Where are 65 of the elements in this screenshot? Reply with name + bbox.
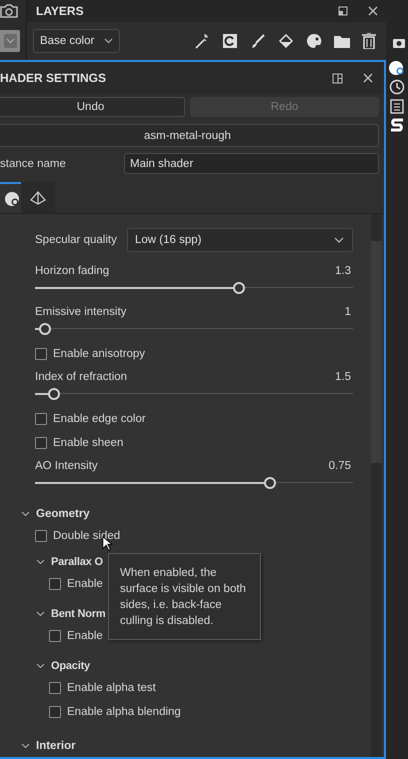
checkbox[interactable] — [35, 530, 47, 542]
section-title[interactable]: Opacity — [51, 660, 90, 672]
checkbox[interactable] — [49, 706, 61, 718]
property-label: Horizon fading — [35, 264, 110, 279]
tooltip: When enabled, the surface is visible on both sides, i.e. back-face culling is disabled. — [108, 553, 261, 640]
chevron-icon[interactable] — [21, 743, 30, 749]
section-title[interactable]: Geometry — [36, 508, 90, 520]
caret-icon — [334, 237, 344, 243]
caret-icon — [104, 38, 114, 44]
checkbox-label: Enable sheen — [53, 436, 124, 450]
panel-title: HADER SETTINGS — [0, 71, 108, 85]
checkbox-label: Enable alpha blending — [67, 704, 181, 720]
tab[interactable] — [21, 182, 55, 213]
checkbox[interactable] — [35, 412, 47, 424]
dock-icon[interactable] — [332, 72, 343, 84]
instance-name-field[interactable]: Main shader — [124, 153, 379, 174]
close-icon[interactable] — [363, 73, 373, 83]
panel-title: LAYERS — [36, 4, 85, 18]
checkbox-label: Enable anisotropy — [53, 346, 146, 362]
tab[interactable] — [0, 182, 21, 213]
property-label: Specular quality — [35, 233, 118, 248]
caret-icon — [4, 34, 16, 48]
slider-value: 1 — [344, 305, 351, 320]
slider-value: 1.3 — [335, 264, 351, 279]
slider-value: 1.5 — [335, 370, 351, 385]
checkbox-label: Enable edge color — [53, 412, 146, 426]
property-label: AO Intensity — [35, 459, 98, 474]
checkbox[interactable] — [49, 630, 61, 642]
logo-icon[interactable] — [389, 117, 405, 133]
slider-value: 0.75 — [328, 459, 351, 474]
field-label: stance name — [0, 158, 67, 170]
specular-quality-dropdown[interactable]: Low (16 spp) — [127, 228, 353, 252]
sphere-gear-icon — [5, 190, 21, 206]
checkbox-label: Double sided — [53, 528, 120, 544]
sphere-gear-icon[interactable] — [389, 60, 405, 76]
palette-icon[interactable] — [306, 33, 322, 49]
folder-icon[interactable] — [334, 34, 350, 48]
checkbox-label: Enable — [67, 628, 103, 644]
section-title[interactable]: Interior — [36, 740, 76, 752]
trash-icon[interactable] — [362, 33, 376, 49]
undock-icon[interactable] — [338, 6, 348, 16]
camera-icon[interactable] — [0, 4, 18, 18]
checkbox[interactable] — [35, 348, 47, 360]
shader-button[interactable]: asm-metal-rough — [0, 124, 379, 147]
close-icon[interactable] — [368, 6, 378, 16]
history-icon[interactable] — [389, 79, 405, 95]
chevron-icon[interactable] — [21, 511, 30, 517]
property-label: Emissive intensity — [35, 305, 126, 320]
checkbox[interactable] — [49, 682, 61, 694]
checkbox-label: Enable — [67, 576, 103, 592]
magic-wand-icon[interactable] — [194, 33, 210, 49]
section-title[interactable]: Parallax O — [51, 556, 103, 568]
channel-dropdown[interactable]: Base color — [33, 29, 120, 53]
checkbox[interactable] — [35, 436, 47, 448]
pyramid-icon — [30, 190, 46, 206]
chevron-icon[interactable] — [36, 559, 45, 565]
checkbox-label: Enable alpha test — [67, 680, 156, 696]
list-icon[interactable] — [390, 98, 404, 114]
undo-button[interactable]: Undo — [0, 97, 185, 117]
checkbox[interactable] — [49, 578, 61, 590]
brush-icon[interactable] — [250, 33, 266, 49]
section-title[interactable]: Bent Norm — [51, 608, 106, 620]
chevron-icon[interactable] — [36, 663, 45, 669]
property-label: Index of refraction — [35, 370, 128, 385]
chevron-icon[interactable] — [36, 611, 45, 617]
